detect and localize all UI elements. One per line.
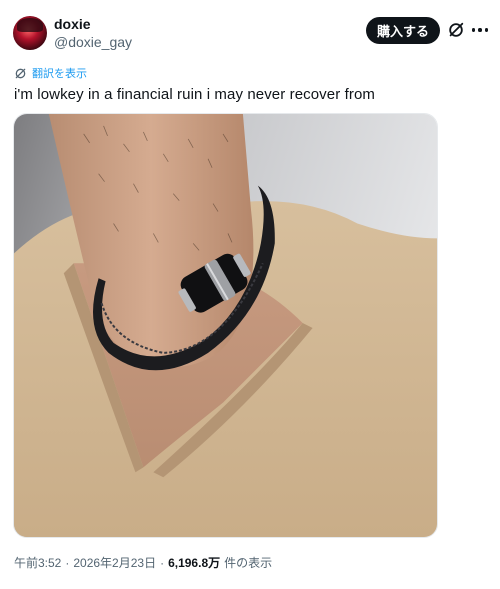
more-dots-icon[interactable]	[472, 28, 488, 32]
tweet-time[interactable]: 午前3:52	[14, 554, 61, 571]
avatar[interactable]	[13, 16, 47, 50]
tweet-photo[interactable]	[13, 113, 438, 538]
views-label: 件の表示	[224, 556, 273, 570]
author-display-name[interactable]: doxie	[54, 16, 91, 32]
views-count[interactable]: 6,196.8万	[168, 554, 220, 571]
tweet-text: i'm lowkey in a financial ruin i may nev…	[14, 86, 375, 103]
author-handle[interactable]: @doxie_gay	[54, 34, 132, 50]
meta-separator: ·	[160, 556, 165, 570]
buy-button[interactable]: 購入する	[366, 17, 440, 44]
translate-link[interactable]: 翻訳を表示	[32, 65, 87, 81]
meta-separator: ·	[65, 556, 70, 570]
translate-row[interactable]: 翻訳を表示	[14, 65, 87, 81]
grok-slash-circle-icon[interactable]	[447, 21, 465, 39]
tweet-meta: 午前3:52 · 2026年2月23日 · 6,196.8万 件の表示	[14, 554, 272, 571]
tweet-date[interactable]: 2026年2月23日	[73, 554, 156, 571]
translate-icon	[15, 68, 26, 78]
